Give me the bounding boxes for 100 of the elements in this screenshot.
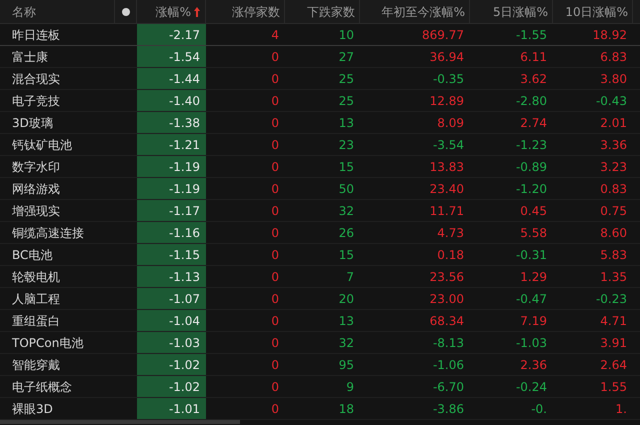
table-cell-text: 0 [270, 48, 280, 66]
table-cell-text: -6.70 [432, 378, 465, 396]
table-cell-text: 0 [270, 246, 280, 264]
table-cell-text: 1. [614, 400, 628, 418]
sector-name[interactable]: 昨日连板 [0, 24, 115, 45]
table-cell-text: 8.60 [599, 224, 628, 242]
sector-name[interactable]: 智能穿戴 [0, 354, 115, 375]
sector-name[interactable]: 混合现实 [0, 68, 115, 89]
table-cell-text: 0 [270, 400, 280, 418]
table-cell-text: -0.89 [514, 158, 548, 176]
table-cell-text: 3.91 [599, 334, 628, 352]
sector-name[interactable]: 钙钛矿电池 [0, 134, 115, 155]
sector-name[interactable]: BC电池 [0, 244, 115, 265]
sector-name[interactable]: 3D玻璃 [0, 112, 115, 133]
table-cell-text: 25 [338, 70, 355, 88]
table-cell-text: 0 [270, 378, 280, 396]
column-header[interactable]: 名称 [0, 0, 115, 24]
sector-name[interactable]: 轮毂电机 [0, 266, 115, 287]
table-cell-text: 0.83 [599, 180, 628, 198]
table-cell-text: 12.89 [428, 92, 465, 110]
table-cell-text: 0 [270, 180, 280, 198]
table-cell-text: 0.75 [599, 202, 628, 220]
column-header[interactable]: 年初至今涨幅% [360, 0, 470, 24]
table-cell-text: -1.23 [514, 136, 548, 154]
table-cell-text: 6.83 [599, 48, 628, 66]
table-cell-text: 2.74 [519, 114, 548, 132]
column-header[interactable]: 5日涨幅% [470, 0, 553, 24]
table-cell-text: 18.92 [592, 26, 628, 44]
table-cell-text: 8.09 [436, 114, 465, 132]
table-cell: -1.17 [137, 200, 206, 221]
table-cell-text: -8.13 [432, 334, 465, 352]
table-cell-text: 13.83 [428, 158, 465, 176]
sector-name[interactable]: 富士康 [0, 46, 115, 67]
sort-arrow-icon [193, 6, 201, 18]
table-cell: -1.19 [137, 156, 206, 177]
sector-name[interactable]: 电子竞技 [0, 90, 115, 111]
table-cell-text: 4 [270, 26, 280, 44]
table-cell-text: 0 [270, 114, 280, 132]
table-cell-text: 0 [270, 290, 280, 308]
table-cell-text: 1.55 [599, 378, 628, 396]
table-cell-text: 0 [270, 70, 280, 88]
sector-name[interactable]: 网络游戏 [0, 178, 115, 199]
sector-name[interactable]: 铜缆高速连接 [0, 222, 115, 243]
table-cell-text: 4.71 [599, 312, 628, 330]
table-cell: -1.40 [137, 90, 206, 111]
table-cell-text: 0.18 [436, 246, 465, 264]
column-header[interactable]: 涨停家数 [206, 0, 285, 24]
table-cell-text: 0 [270, 334, 280, 352]
table-cell-text: -0.35 [432, 70, 465, 88]
table-cell-text: 5.83 [599, 246, 628, 264]
table-cell: -2.17 [137, 24, 206, 45]
table-cell-text: 0 [270, 268, 280, 286]
column-header[interactable]: 下跌家数 [285, 0, 360, 24]
table-cell-text: 3.23 [599, 158, 628, 176]
table-cell-text: 0 [270, 136, 280, 154]
table-cell-text: 18 [338, 400, 355, 418]
table-cell-text: 5.58 [519, 224, 548, 242]
table-cell-text: -0. [530, 400, 548, 418]
sector-name[interactable]: 重组蛋白 [0, 310, 115, 331]
table-cell-text: 0 [270, 158, 280, 176]
table-cell-text: 3.36 [599, 136, 628, 154]
table-cell-text: 0.45 [519, 202, 548, 220]
table-cell-text: 68.34 [428, 312, 465, 330]
sector-name[interactable]: 数字水印 [0, 156, 115, 177]
table-cell-text: 23 [338, 136, 355, 154]
table-cell-text: 36.94 [428, 48, 465, 66]
table-cell-text: 3.62 [519, 70, 548, 88]
dot-icon[interactable] [122, 8, 130, 16]
table-cell-text: -1.55 [514, 26, 548, 44]
table-cell: -1.21 [137, 134, 206, 155]
table-cell-text: 13 [338, 114, 355, 132]
table-cell-text: 4.73 [436, 224, 465, 242]
table-cell-text: 26 [338, 224, 355, 242]
table-cell: -1.19 [137, 178, 206, 199]
table-cell-text: 15 [338, 158, 355, 176]
sector-name[interactable]: 增强现实 [0, 200, 115, 221]
table-cell-text: -0.31 [514, 246, 548, 264]
sector-name[interactable]: 裸眼3D [0, 398, 115, 419]
table-cell-text: -1.06 [432, 356, 465, 374]
table-cell-text: 13 [338, 312, 355, 330]
table-cell-text: 11.71 [428, 202, 465, 220]
table-cell-text: 15 [338, 246, 355, 264]
table-cell-text: 23.40 [428, 180, 465, 198]
table-cell-text: 25 [338, 92, 355, 110]
table-cell-text: -3.86 [432, 400, 465, 418]
sector-name[interactable]: 电子纸概念 [0, 376, 115, 397]
table-cell-text: 7.19 [519, 312, 548, 330]
table-cell-text: 95 [338, 356, 355, 374]
table-cell-text: 2.36 [519, 356, 548, 374]
scrollbar[interactable] [0, 420, 240, 424]
table-cell-text: 0 [270, 224, 280, 242]
table-cell-text: 27 [338, 48, 355, 66]
table-cell-text: 0 [270, 92, 280, 110]
sector-name[interactable]: 人脑工程 [0, 288, 115, 309]
table-cell-text: -0.24 [514, 378, 548, 396]
sector-name[interactable]: TOPCon电池 [0, 332, 115, 353]
table-cell-text: 50 [338, 180, 355, 198]
column-header[interactable]: 10日涨幅% [553, 0, 633, 24]
table-cell: -1.15 [137, 244, 206, 265]
table-cell-text: 23.00 [428, 290, 465, 308]
